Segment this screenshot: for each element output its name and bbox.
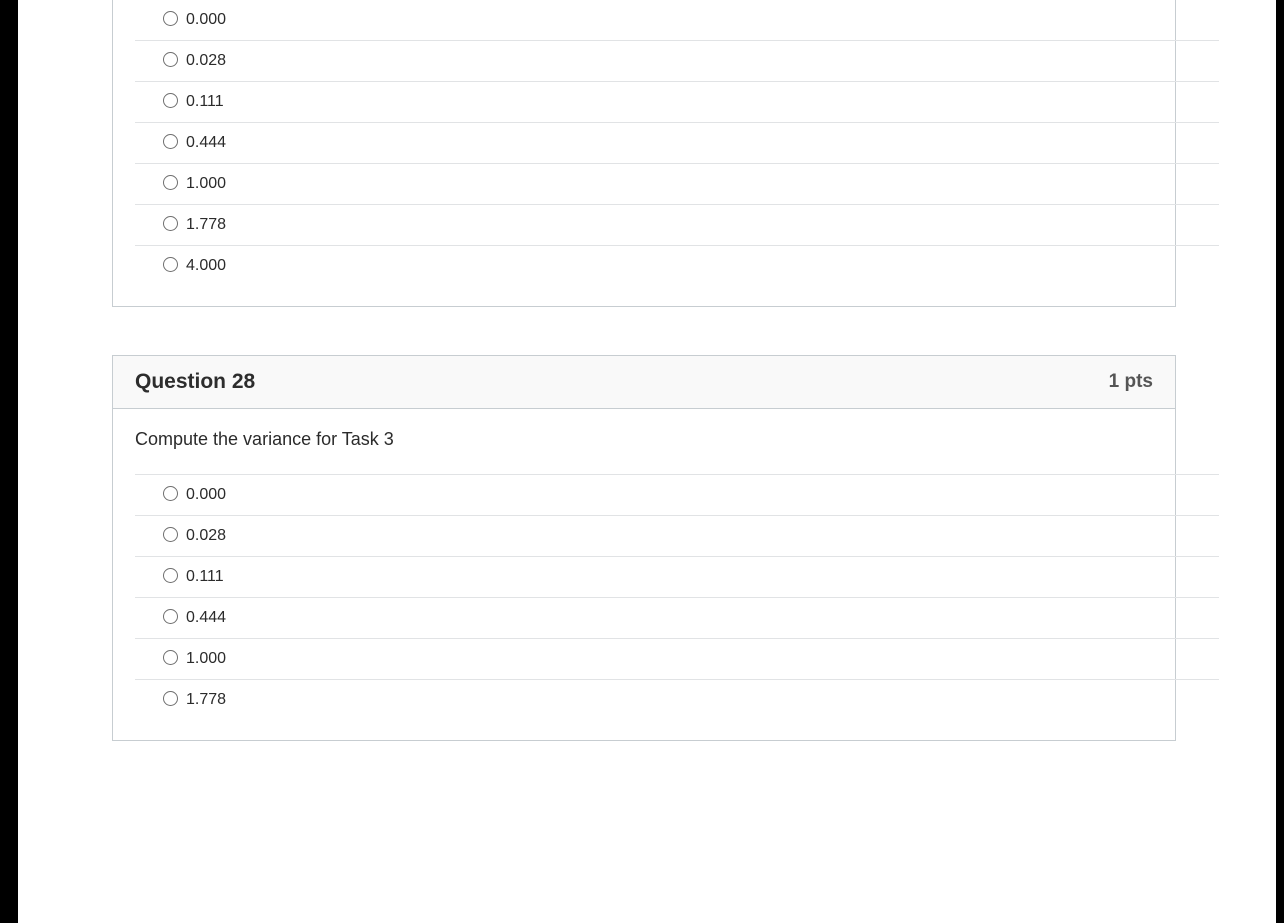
option-row[interactable]: 0.111 <box>135 81 1219 122</box>
option-label[interactable]: 0.111 <box>186 93 224 111</box>
right-edge-strip <box>1276 0 1284 923</box>
radio-icon[interactable] <box>163 691 178 706</box>
radio-icon[interactable] <box>163 175 178 190</box>
question-prompt: Compute the variance for Task 3 <box>113 409 1175 474</box>
radio-icon[interactable] <box>163 257 178 272</box>
radio-icon[interactable] <box>163 609 178 624</box>
option-label[interactable]: 0.028 <box>186 52 226 70</box>
options-list: 0.000 0.028 0.111 0.444 1.000 1.778 <box>113 474 1175 740</box>
option-label[interactable]: 0.444 <box>186 609 226 627</box>
option-row[interactable]: 1.778 <box>135 204 1219 245</box>
option-row[interactable]: 0.444 <box>135 122 1219 163</box>
question-card-27-partial: 0.000 0.028 0.111 0.444 1.000 1.778 <box>112 0 1176 307</box>
option-row[interactable]: 0.111 <box>135 556 1219 597</box>
option-row[interactable]: 0.028 <box>135 515 1219 556</box>
options-list: 0.000 0.028 0.111 0.444 1.000 1.778 <box>113 0 1175 306</box>
radio-icon[interactable] <box>163 93 178 108</box>
option-label[interactable]: 1.000 <box>186 175 226 193</box>
question-card-28: Question 28 1 pts Compute the variance f… <box>112 355 1176 741</box>
option-row[interactable]: 0.000 <box>135 0 1219 40</box>
option-label[interactable]: 1.778 <box>186 216 226 234</box>
option-row[interactable]: 1.778 <box>135 679 1219 720</box>
left-edge-strip <box>0 0 18 923</box>
option-label[interactable]: 0.000 <box>186 486 226 504</box>
option-label[interactable]: 0.444 <box>186 134 226 152</box>
option-row[interactable]: 1.000 <box>135 638 1219 679</box>
radio-icon[interactable] <box>163 52 178 67</box>
option-row[interactable]: 1.000 <box>135 163 1219 204</box>
radio-icon[interactable] <box>163 650 178 665</box>
option-label[interactable]: 0.028 <box>186 527 226 545</box>
option-label[interactable]: 0.111 <box>186 568 224 586</box>
option-row[interactable]: 0.444 <box>135 597 1219 638</box>
option-row[interactable]: 4.000 <box>135 245 1219 286</box>
radio-icon[interactable] <box>163 486 178 501</box>
option-label[interactable]: 4.000 <box>186 257 226 275</box>
option-row[interactable]: 0.028 <box>135 40 1219 81</box>
option-label[interactable]: 0.000 <box>186 11 226 29</box>
question-title: Question 28 <box>135 370 255 394</box>
option-label[interactable]: 1.778 <box>186 691 226 709</box>
radio-icon[interactable] <box>163 11 178 26</box>
question-points: 1 pts <box>1109 371 1153 393</box>
radio-icon[interactable] <box>163 134 178 149</box>
radio-icon[interactable] <box>163 568 178 583</box>
radio-icon[interactable] <box>163 216 178 231</box>
option-label[interactable]: 1.000 <box>186 650 226 668</box>
quiz-content: 0.000 0.028 0.111 0.444 1.000 1.778 <box>18 0 1276 923</box>
radio-icon[interactable] <box>163 527 178 542</box>
question-header: Question 28 1 pts <box>113 356 1175 409</box>
option-row[interactable]: 0.000 <box>135 474 1219 515</box>
